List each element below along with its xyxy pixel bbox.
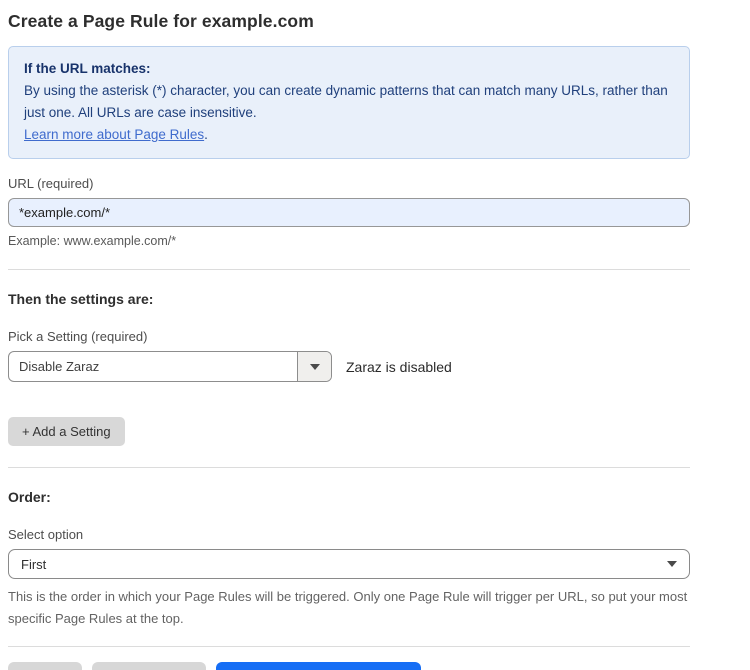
url-field-label: URL (required) [8,176,690,191]
info-box-link-line: Learn more about Page Rules. [24,124,674,146]
setting-picker-row: Disable Zaraz Zaraz is disabled [8,351,690,382]
url-example-text: Example: www.example.com/* [8,234,690,248]
settings-heading: Then the settings are: [8,291,690,307]
save-as-draft-button[interactable]: Save as Draft [92,662,206,670]
footer-divider [8,646,690,647]
form-actions: Cancel Save as Draft Save and Deploy Pag… [8,662,690,670]
cancel-button[interactable]: Cancel [8,662,82,670]
section-divider [8,467,690,468]
info-box-heading: If the URL matches: [24,58,674,80]
add-setting-button[interactable]: + Add a Setting [8,417,125,446]
order-select-value: First [21,557,46,572]
page-title: Create a Page Rule for example.com [8,11,690,32]
link-suffix: . [204,127,208,142]
setting-select-value: Disable Zaraz [9,352,297,381]
setting-select[interactable]: Disable Zaraz [8,351,332,382]
setting-select-dropdown-button[interactable] [297,352,331,381]
url-match-info-box: If the URL matches: By using the asteris… [8,46,690,159]
url-input[interactable] [8,198,690,227]
order-heading: Order: [8,489,690,505]
info-box-body: By using the asterisk (*) character, you… [24,80,674,124]
chevron-down-icon [310,364,320,370]
setting-picker-label: Pick a Setting (required) [8,329,690,344]
order-select-label: Select option [8,527,690,542]
chevron-down-icon [667,561,677,567]
order-help-text: This is the order in which your Page Rul… [8,586,690,630]
learn-more-link[interactable]: Learn more about Page Rules [24,127,204,142]
section-divider [8,269,690,270]
save-and-deploy-button[interactable]: Save and Deploy Page Rule [216,662,422,670]
setting-status-text: Zaraz is disabled [346,359,452,375]
page-rule-form: Create a Page Rule for example.com If th… [0,0,690,670]
order-select[interactable]: First [8,549,690,579]
